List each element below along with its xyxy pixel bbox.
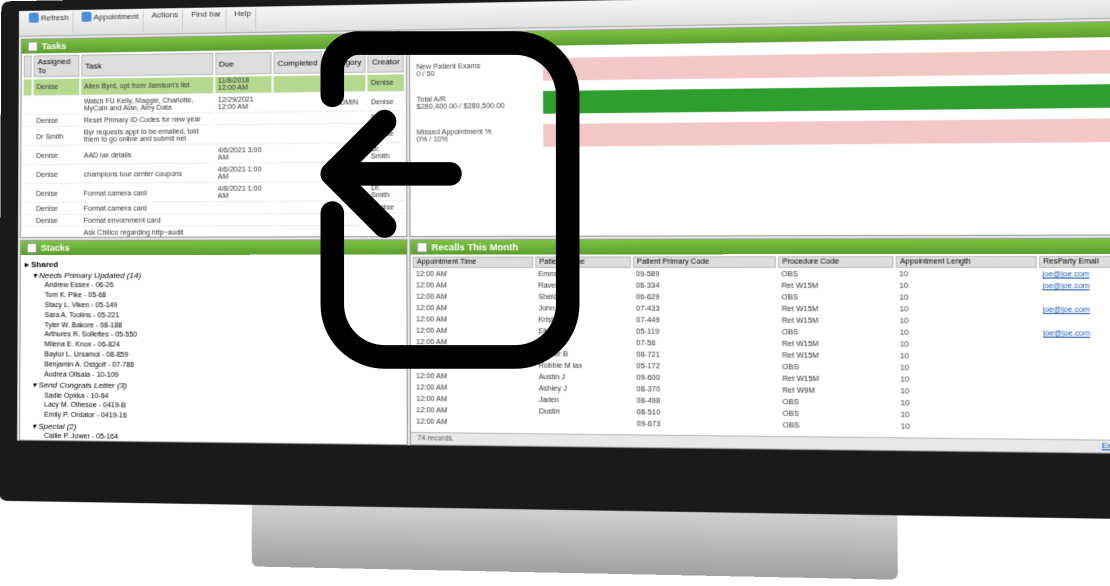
- column-header[interactable]: Appointment Length: [896, 256, 1037, 268]
- tree-leaf[interactable]: Sara A. Toolins - 05-221: [44, 311, 402, 322]
- column-header[interactable]: Completed: [274, 51, 322, 74]
- table-row[interactable]: 12:00 AMRaven N06-334Ret W15M10joe@joe.c…: [413, 281, 1110, 291]
- ribbon-group-help: Help: [230, 9, 256, 31]
- refresh-icon: [29, 13, 39, 23]
- recalls-header: Recalls This Month 📌×: [411, 239, 1110, 255]
- monthly-panel: Monthly Practice 📌× New Patient Exams0 /…: [409, 20, 1110, 237]
- tasks-panel: Tasks 📌× Assigned ToTaskDueCompletedCate…: [20, 32, 407, 238]
- table-row[interactable]: 12:00 AMSheldon06-629OBS10: [413, 293, 1110, 304]
- chart-row: Missed Appointment %0% / 10%: [417, 114, 1110, 152]
- tasks-table[interactable]: Assigned ToTaskDueCompletedCategoryCreat…: [21, 48, 406, 237]
- stacks-panel: Stacks 📌× ▸ Shared▾ Needs Primary Update…: [19, 239, 408, 445]
- table-row[interactable]: Dr SmithByr requests appt to be emailed,…: [23, 125, 404, 146]
- recalls-table[interactable]: Appointment TimePatient NamePatient Prim…: [411, 254, 1110, 437]
- column-header[interactable]: Patient Name: [535, 256, 630, 267]
- chart-bar: [543, 49, 1110, 80]
- email-link[interactable]: joe@joe.com: [1043, 306, 1090, 314]
- column-header[interactable]: ResParty Email: [1039, 256, 1110, 268]
- column-header[interactable]: Due: [215, 52, 272, 75]
- table-row[interactable]: 12:00 AMJohn K.07-433Ret W15M10joe@joe.c…: [413, 304, 1110, 315]
- table-row[interactable]: Denisechampions tour center coupons4/6/2…: [23, 164, 404, 184]
- tree-leaf[interactable]: Andrew Essex - 06-26: [45, 281, 403, 291]
- actions-button[interactable]: Actions: [152, 10, 178, 19]
- chart-bar: [543, 118, 1110, 147]
- column-header[interactable]: Procedure Code: [778, 256, 894, 268]
- calendar-icon: [82, 12, 92, 22]
- help-button[interactable]: Help: [234, 9, 251, 18]
- panel-icon: [28, 41, 38, 51]
- table-row[interactable]: DeniseFormat camera cardDenise: [23, 203, 404, 215]
- table-row[interactable]: 12:00 AMEmma K09-589OBS10joe@joe.com: [413, 270, 1110, 280]
- panel-icon: [417, 242, 428, 252]
- email-link[interactable]: joe@joe.com: [1043, 283, 1090, 291]
- table-row[interactable]: DeniseAsk Chillco regarding http~audit r…: [23, 228, 404, 237]
- chart-bar: [543, 84, 1110, 114]
- chart-label: Total A/R$280,400.00 / $280,500.00: [416, 95, 543, 111]
- stacks-header: Stacks 📌×: [21, 240, 406, 255]
- export-link[interactable]: Export: [1102, 443, 1110, 451]
- table-row[interactable]: 12:00 AMEli L. And05-119OBS10joe@joe.com: [413, 327, 1110, 340]
- email-link[interactable]: joe@joe.com: [1042, 271, 1089, 279]
- tasks-title: Tasks: [42, 41, 67, 51]
- recalls-title: Recalls This Month: [432, 242, 519, 252]
- stacks-title: Stacks: [41, 243, 70, 253]
- email-link[interactable]: joe@joe.com: [1043, 330, 1090, 338]
- ribbon-group-module: Refresh: [25, 12, 74, 34]
- find-button[interactable]: Find bar: [191, 9, 221, 19]
- column-header[interactable]: Patient Primary Code: [632, 256, 775, 268]
- tree-root[interactable]: ▸ Shared: [25, 259, 402, 270]
- panel-icon: [27, 243, 37, 253]
- stacks-tree[interactable]: ▸ Shared▾ Needs Primary Updated (14)Andr…: [20, 255, 407, 445]
- table-row[interactable]: 12:00 AMKristal H07-449Ret W15M10: [413, 315, 1110, 327]
- tree-group[interactable]: ▾ Needs Primary Updated (14): [33, 270, 403, 282]
- table-row[interactable]: DeniseAllen Byrd, opt from Jamison's lis…: [24, 74, 404, 96]
- ribbon-group-find: Find bar: [187, 9, 226, 31]
- table-row[interactable]: DeniseFormat camera card4/8/2021 1:00 AM…: [23, 184, 404, 203]
- column-header[interactable]: Assigned To: [34, 55, 80, 78]
- chart-label: Missed Appointment %0% / 10%: [417, 128, 544, 144]
- ribbon-group-actions: Actions: [148, 10, 184, 32]
- appointment-button[interactable]: Appointment: [82, 11, 139, 22]
- column-header[interactable]: [24, 55, 32, 77]
- column-header[interactable]: Category: [324, 50, 366, 73]
- panel-icon: [416, 35, 426, 45]
- chart-body: New Patient Exams0 / 50 Total A/R$280,400…: [410, 36, 1110, 236]
- table-row[interactable]: DeniseAAD lax details4/6/2021 3:00 AMDr.…: [23, 145, 404, 165]
- record-count: 74 records.: [417, 435, 454, 443]
- chart-row: Total A/R$280,400.00 / $280,500.00: [416, 79, 1110, 119]
- column-header[interactable]: Task: [81, 53, 213, 77]
- monthly-title: Monthly Practice: [431, 34, 507, 45]
- refresh-button[interactable]: Refresh: [29, 12, 69, 23]
- table-row[interactable]: DeniseFormat envornment cardDenise: [23, 216, 404, 227]
- chart-label: New Patient Exams0 / 50: [416, 62, 543, 78]
- column-header[interactable]: Appointment Time: [413, 257, 533, 268]
- column-header[interactable]: Creator: [368, 50, 404, 73]
- ribbon-group-tools: Appointment: [78, 11, 144, 33]
- table-row[interactable]: Watch FU Kelly, Maggie, Charlotte, MyCai…: [24, 94, 404, 116]
- recalls-panel: Recalls This Month 📌× Appointment TimePa…: [409, 238, 1110, 455]
- monitor-frame: Refresh Appointment Actions Find bar Hel…: [0, 0, 1110, 564]
- monitor-stand: [252, 505, 898, 580]
